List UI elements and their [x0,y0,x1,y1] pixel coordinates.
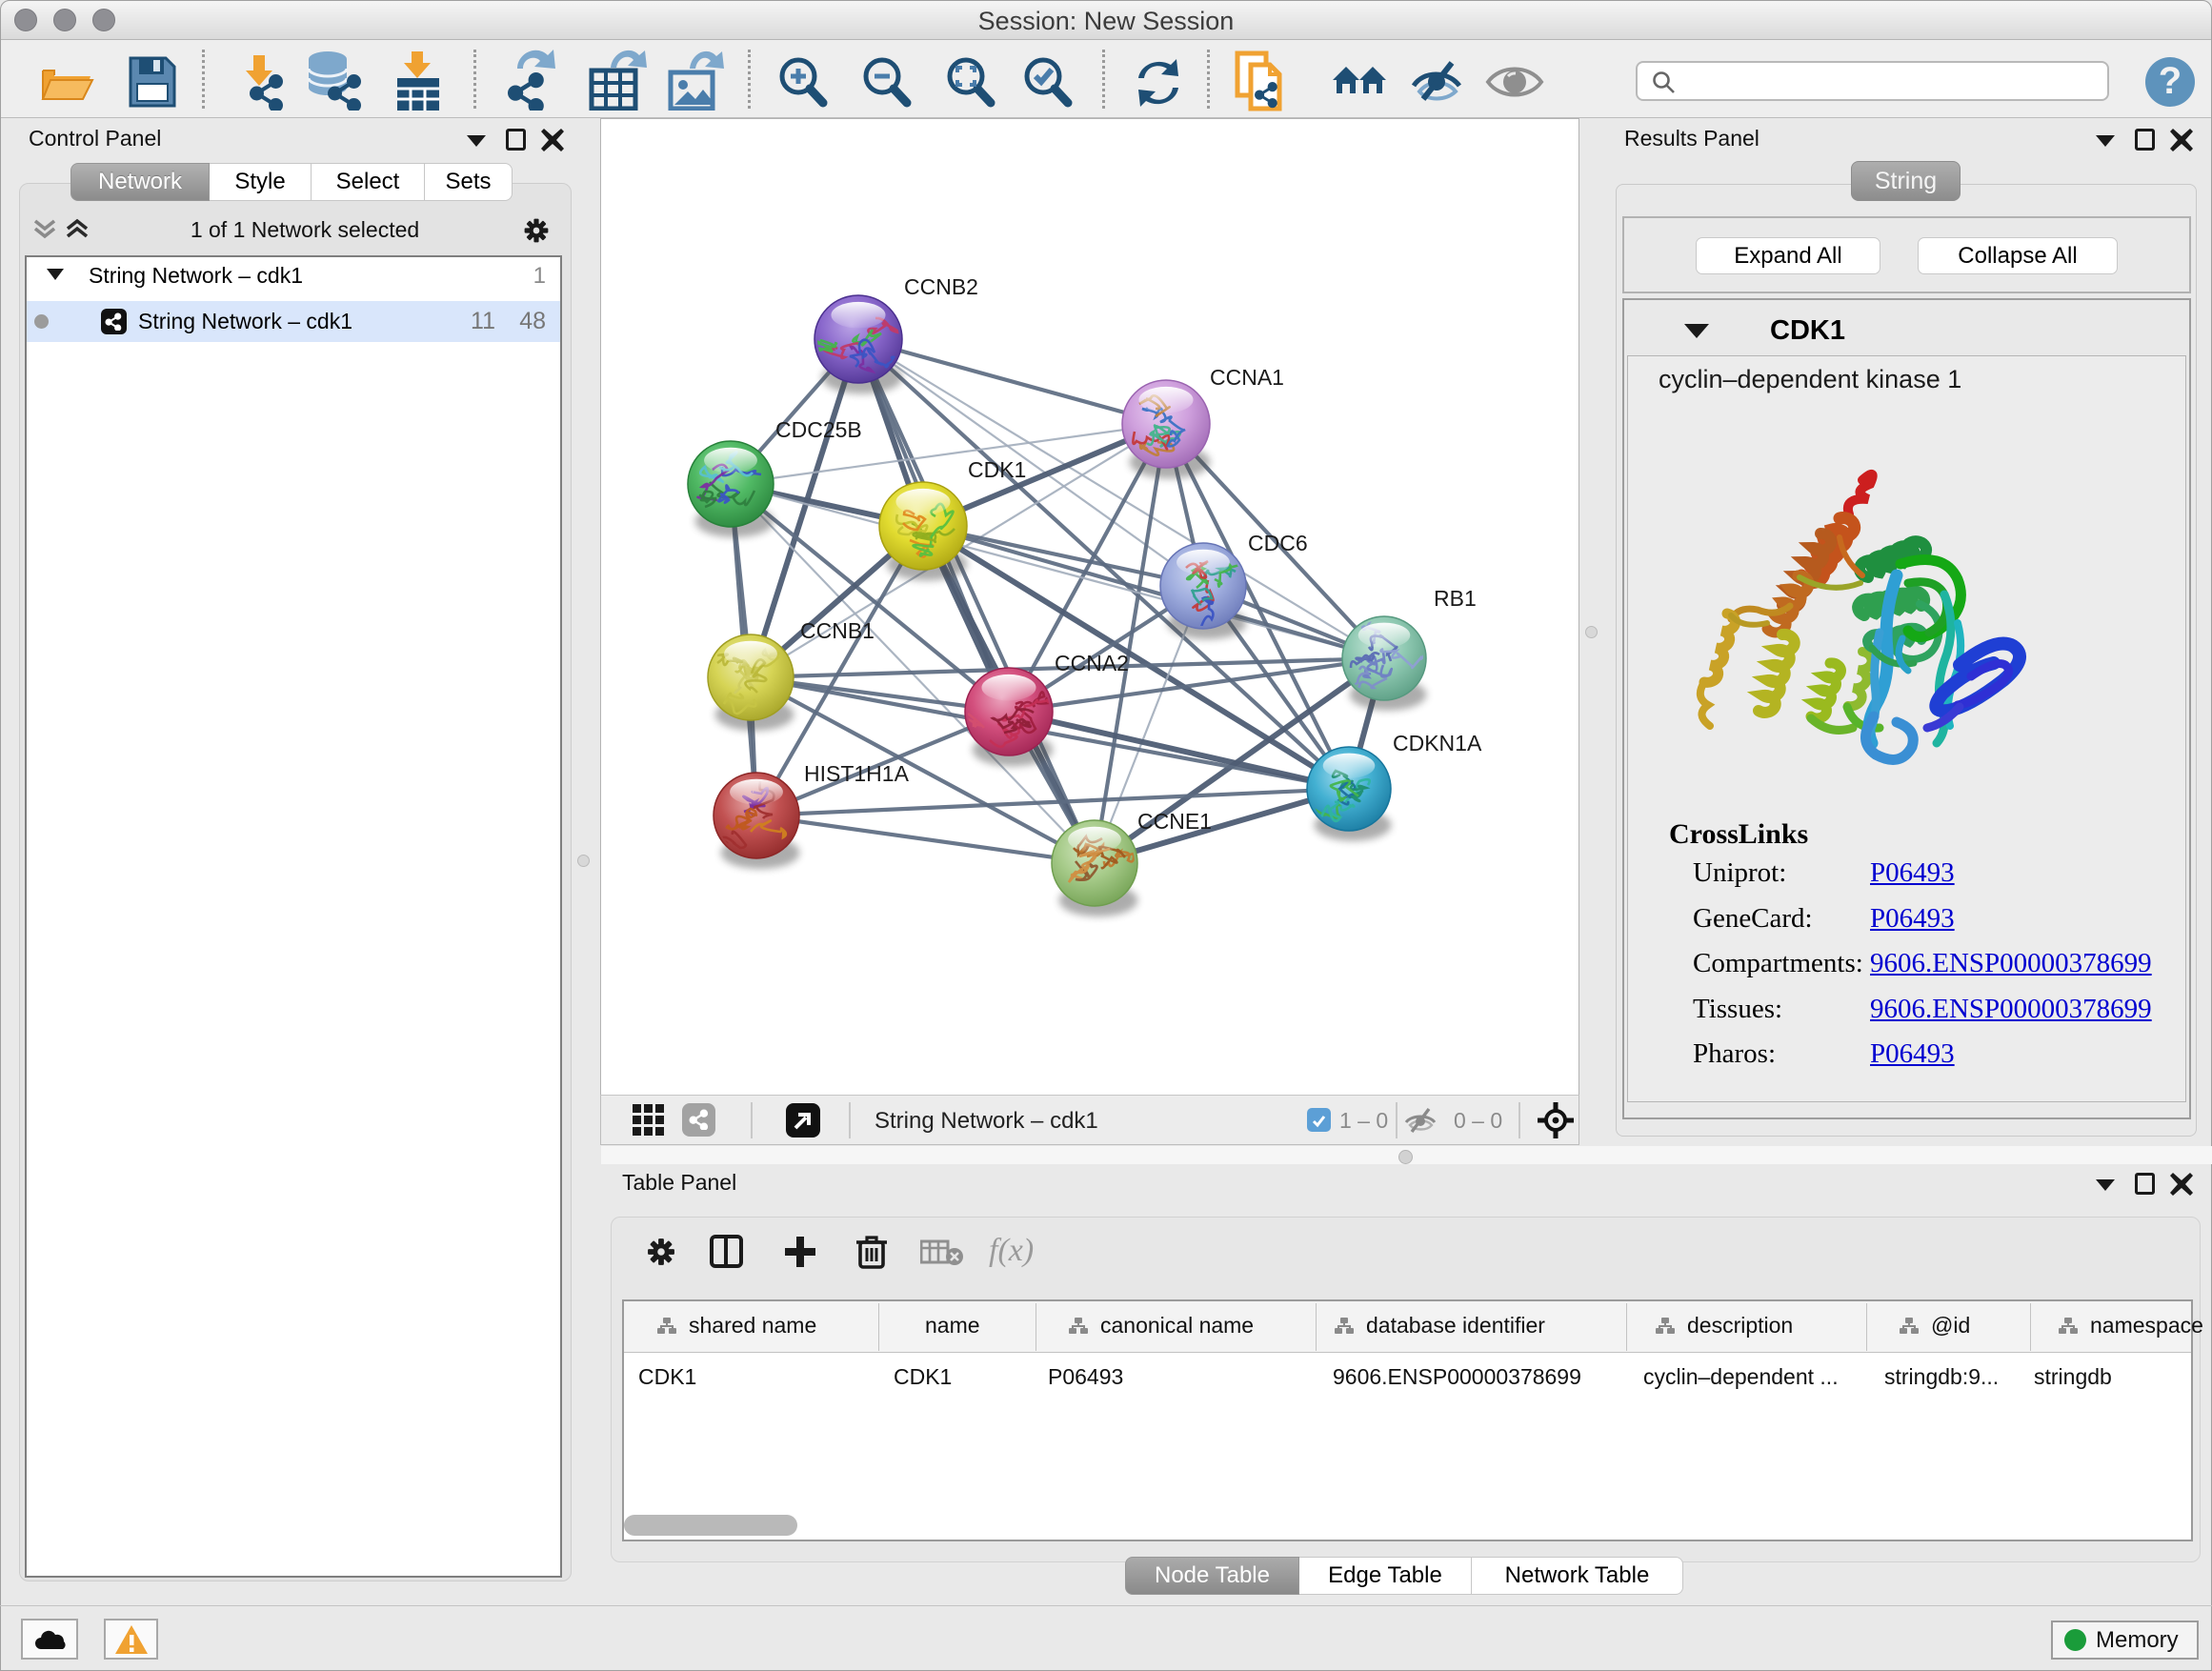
svg-text:CDC25B: CDC25B [775,417,862,442]
svg-text:CCNB2: CCNB2 [904,274,978,299]
svg-text:CCNE1: CCNE1 [1137,809,1212,834]
svg-text:CDC6: CDC6 [1248,531,1308,555]
svg-text:CCNA2: CCNA2 [1055,651,1129,675]
svg-text:CCNB1: CCNB1 [800,618,875,643]
svg-text:CDKN1A: CDKN1A [1393,731,1482,755]
svg-text:RB1: RB1 [1434,586,1477,611]
svg-text:HIST1H1A: HIST1H1A [804,761,910,786]
svg-text:CCNA1: CCNA1 [1210,365,1284,390]
svg-text:CDK1: CDK1 [968,457,1026,482]
